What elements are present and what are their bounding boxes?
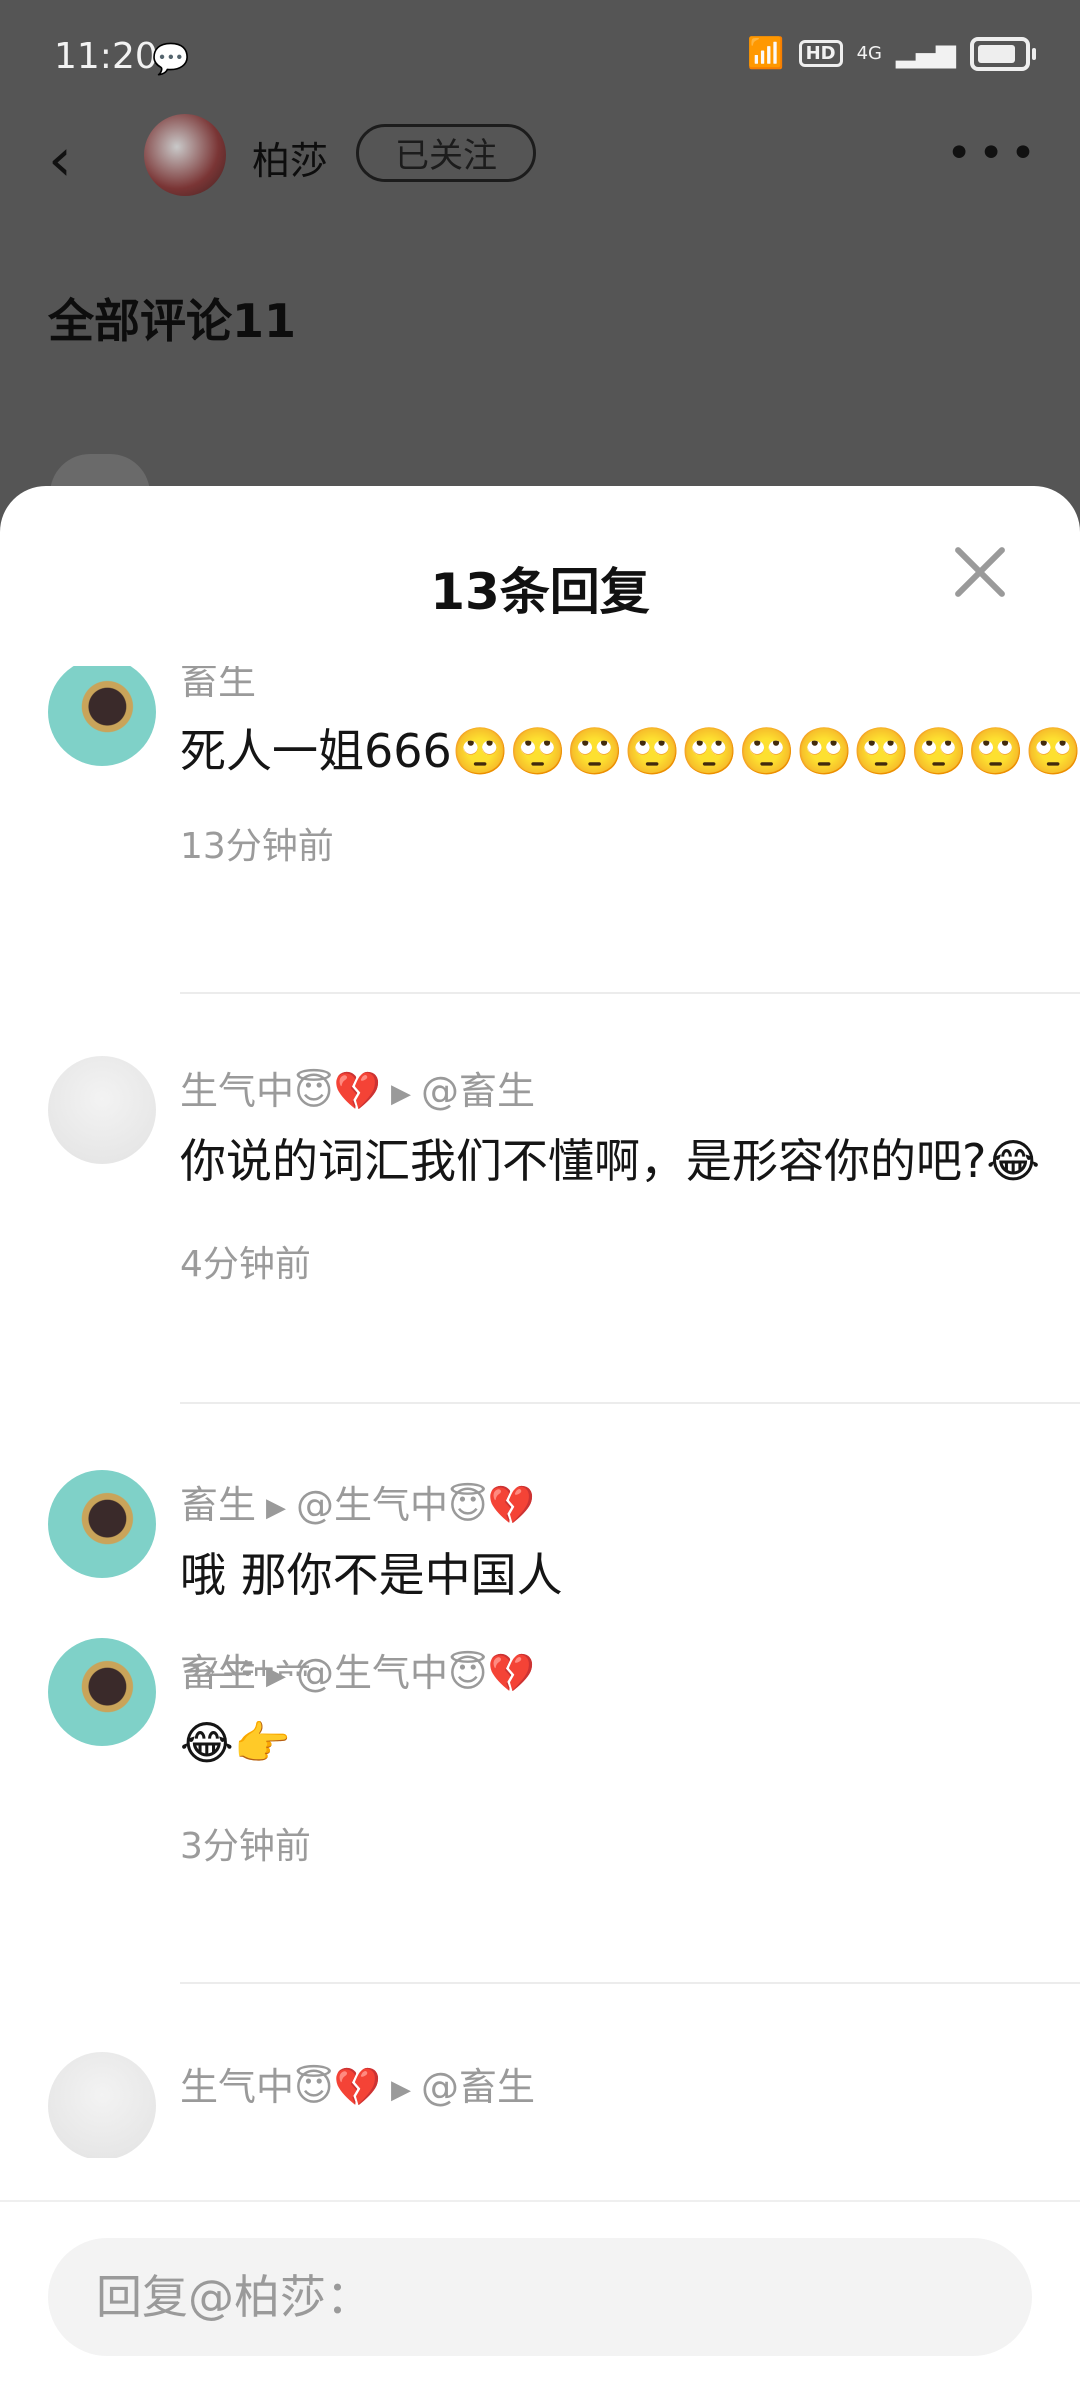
replies-sheet: 13条回复 畜生 死人一姐666🙄🙄🙄🙄🙄🙄🙄🙄🙄🙄🙄 13分钟前 生气中😇💔 ▶… bbox=[0, 486, 1080, 2388]
network-label: 4G bbox=[856, 42, 882, 64]
divider bbox=[180, 1402, 1080, 1404]
back-arrow-icon[interactable]: ‹ bbox=[48, 130, 72, 190]
divider bbox=[180, 1982, 1080, 1984]
reply-author: 生气中😇💔 ▶ @畜生 bbox=[180, 1060, 1080, 1115]
reply-time: 3分钟前 bbox=[180, 1826, 311, 1867]
status-bar: 11:20 💬 📶 HD 4G ▂▄▆ bbox=[0, 0, 1080, 120]
reply-to[interactable]: @生气中😇💔 bbox=[296, 1651, 535, 1695]
reply-content: 哦 那你不是中国人 bbox=[180, 1548, 563, 1602]
reply-author: 畜生 ▶ @生气中😇💔 bbox=[180, 1474, 1080, 1529]
reply-arrow-icon: ▶ bbox=[390, 2074, 411, 2105]
status-time: 11:20 bbox=[54, 36, 158, 77]
reply-author: 畜生 ▶ @生气中😇💔 bbox=[180, 1642, 1080, 1697]
status-icons: 📶 HD 4G ▂▄▆ bbox=[747, 36, 1036, 71]
reply-author-name[interactable]: 生气中😇💔 bbox=[180, 2065, 381, 2109]
more-icon[interactable]: ••• bbox=[946, 128, 1042, 179]
avatar[interactable] bbox=[48, 1638, 156, 1746]
author-name[interactable]: 柏莎 bbox=[252, 130, 328, 185]
reply-author[interactable]: 畜生 bbox=[180, 666, 1080, 705]
sheet-title: 13条回复 bbox=[430, 563, 650, 621]
reply-item[interactable]: 畜生 死人一姐666🙄🙄🙄🙄🙄🙄🙄🙄🙄🙄🙄 13分钟前 bbox=[0, 666, 1080, 869]
reply-time: 13分钟前 bbox=[180, 826, 334, 867]
reply-input-bar: 回复@柏莎： bbox=[0, 2200, 1080, 2388]
reply-content: 你说的词汇我们不懂啊，是形容你的吧?😂 bbox=[180, 1134, 1041, 1188]
follow-button[interactable]: 已关注 bbox=[356, 124, 536, 182]
reply-list-continued[interactable]: 畜生 ▶ @生气中😇💔 😂👉 3分钟前 生气中😇💔 ▶ @畜生 bbox=[0, 1616, 1080, 2158]
reply-to[interactable]: @畜生 bbox=[421, 2065, 535, 2109]
battery-fill bbox=[978, 44, 1015, 63]
reply-author-name[interactable]: 畜生 bbox=[180, 666, 256, 703]
reply-author: 生气中😇💔 ▶ @畜生 bbox=[180, 2056, 1080, 2111]
hd-badge: HD bbox=[798, 40, 843, 67]
reply-to[interactable]: @畜生 bbox=[421, 1069, 535, 1113]
post-header: ‹ 柏莎 已关注 ••• bbox=[0, 110, 1080, 210]
reply-content: 😂👉 bbox=[180, 1716, 292, 1770]
reply-input[interactable]: 回复@柏莎： bbox=[48, 2238, 1032, 2356]
reply-item[interactable]: 畜生 ▶ @生气中😇💔 😂👉 3分钟前 bbox=[0, 1638, 1080, 1869]
signal-icon: ▂▄▆ bbox=[896, 38, 956, 69]
avatar[interactable] bbox=[48, 1056, 156, 1164]
all-comments-heading: 全部评论11 bbox=[48, 294, 297, 348]
reply-item[interactable]: 生气中😇💔 ▶ @畜生 你说的词汇我们不懂啊，是形容你的吧?😂 4分钟前 bbox=[0, 1056, 1080, 1287]
reply-arrow-icon: ▶ bbox=[390, 1078, 411, 1109]
reply-author-name[interactable]: 生气中😇💔 bbox=[180, 1069, 381, 1113]
wifi-icon: 📶 bbox=[747, 36, 785, 71]
avatar[interactable] bbox=[48, 2052, 156, 2158]
reply-arrow-icon: ▶ bbox=[266, 1660, 287, 1691]
reply-list[interactable]: 畜生 死人一姐666🙄🙄🙄🙄🙄🙄🙄🙄🙄🙄🙄 13分钟前 生气中😇💔 ▶ @畜生 你说… bbox=[0, 666, 1080, 1676]
close-icon[interactable] bbox=[950, 542, 1010, 602]
author-avatar[interactable] bbox=[144, 114, 226, 196]
avatar[interactable] bbox=[48, 666, 156, 766]
reply-author-name[interactable]: 畜生 bbox=[180, 1651, 256, 1695]
reply-item[interactable]: 生气中😇💔 ▶ @畜生 bbox=[0, 2052, 1080, 2158]
divider bbox=[180, 992, 1080, 994]
reply-author-name[interactable]: 畜生 bbox=[180, 1483, 256, 1527]
reply-time: 4分钟前 bbox=[180, 1244, 311, 1285]
reply-content: 死人一姐666🙄🙄🙄🙄🙄🙄🙄🙄🙄🙄🙄 bbox=[180, 724, 1080, 778]
reply-to[interactable]: @生气中😇💔 bbox=[296, 1483, 535, 1527]
avatar[interactable] bbox=[48, 1470, 156, 1578]
wechat-icon: 💬 bbox=[152, 42, 190, 77]
battery-icon bbox=[970, 36, 1036, 71]
reply-arrow-icon: ▶ bbox=[266, 1492, 287, 1523]
